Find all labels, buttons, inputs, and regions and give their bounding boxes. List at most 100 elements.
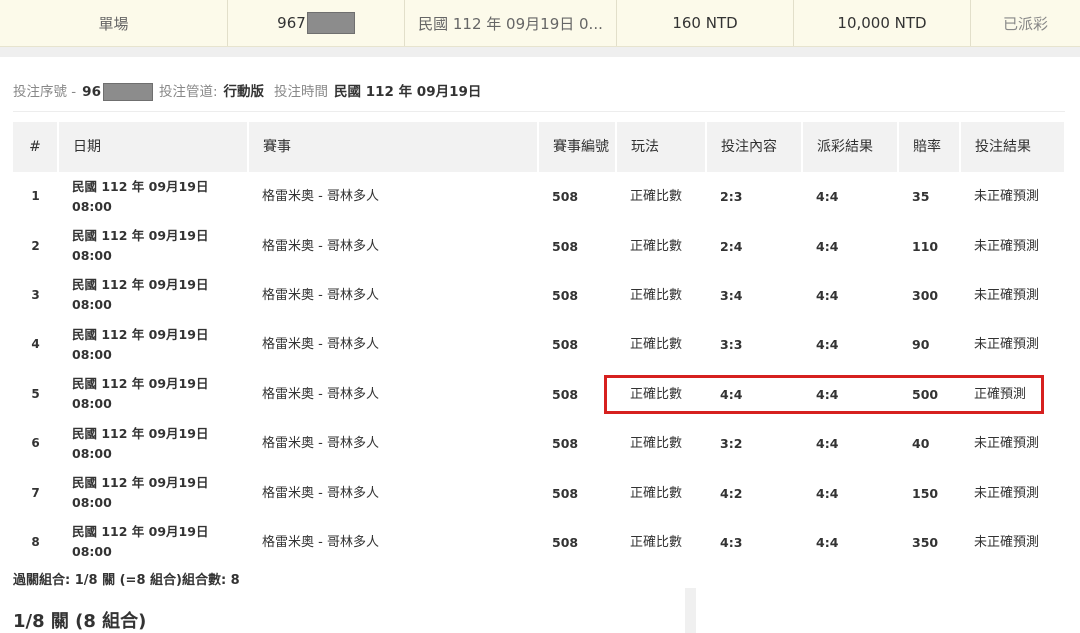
row-match: 格雷米奧 - 哥林多人: [262, 485, 379, 501]
row-date-time: 08:00: [72, 346, 112, 362]
row-date-day: 民國 112 年 09月19日: [72, 524, 209, 540]
row-odds: 150: [912, 485, 939, 501]
section-separator: [0, 47, 1080, 57]
row-result: 4:4: [816, 337, 839, 353]
row-date-time: 08:00: [72, 198, 112, 214]
table-row: 8 民國 112 年 09月19日 08:00 格雷米奧 - 哥林多人 508 正…: [13, 518, 1065, 567]
section-title: 1/8 關 (8 組合): [13, 611, 147, 632]
bets-table: # 日期 賽事 賽事編號 玩法 投注內容 派彩結果 賠率 投注結果 1 民國 1…: [13, 122, 1066, 567]
table-row: 2 民國 112 年 09月19日 08:00 格雷米奧 - 哥林多人 508 正…: [13, 221, 1065, 270]
bet-info-line: 投注序號 - 96 投注管道: 行動版 投注時間 民國 112 年 09月19日: [13, 80, 481, 101]
col-header-match-number: 賽事編號: [538, 122, 617, 172]
row-date-day: 民國 112 年 09月19日: [72, 178, 209, 194]
row-match: 格雷米奧 - 哥林多人: [262, 287, 379, 303]
row-date: 民國 112 年 09月19日 08:00: [58, 320, 248, 369]
row-match: 格雷米奧 - 哥林多人: [262, 337, 379, 353]
table-row-highlighted: 5 民國 112 年 09月19日 08:00 格雷米奧 - 哥林多人 508 正…: [13, 370, 1065, 419]
col-header-outcome: 投注結果: [960, 122, 1066, 172]
row-date-day: 民國 112 年 09月19日: [72, 376, 209, 392]
row-date: 民國 112 年 09月19日 08:00: [58, 468, 248, 517]
row-play: 正確比數: [630, 337, 683, 353]
row-index: 5: [31, 386, 40, 401]
row-odds: 110: [912, 238, 939, 254]
table-header-row: # 日期 賽事 賽事編號 玩法 投注內容 派彩結果 賠率 投注結果: [13, 122, 1066, 172]
row-date-time: 08:00: [72, 297, 112, 313]
summary-max-payout: 10,000 NTD: [794, 0, 971, 46]
row-match-number: 508: [552, 337, 579, 353]
row-pick: 2:3: [720, 189, 743, 205]
row-index: 4: [31, 337, 40, 352]
row-pick: 3:4: [720, 287, 743, 303]
row-index: 2: [31, 238, 40, 253]
row-result: 4:4: [816, 534, 839, 550]
row-match-number: 508: [552, 189, 579, 205]
summary-bet-number-prefix: 967: [277, 14, 306, 32]
row-match: 格雷米奧 - 哥林多人: [262, 436, 379, 452]
channel-label: 投注管道:: [158, 84, 218, 100]
row-outcome: 正確預測: [974, 386, 1027, 402]
row-outcome: 未正確預測: [974, 287, 1040, 303]
table-row: 6 民國 112 年 09月19日 08:00 格雷米奧 - 哥林多人 508 正…: [13, 419, 1065, 468]
row-date: 民國 112 年 09月19日 08:00: [58, 221, 248, 270]
row-outcome: 未正確預測: [974, 238, 1040, 254]
redacted-block: [306, 12, 355, 34]
row-play: 正確比數: [630, 436, 683, 452]
row-result: 4:4: [816, 287, 839, 303]
row-date: 民國 112 年 09月19日 08:00: [58, 370, 248, 419]
col-header-odds: 賠率: [898, 122, 961, 172]
col-header-match: 賽事: [248, 122, 539, 172]
summary-bet-time: 民國 112 年 09月19日 0...: [405, 0, 617, 46]
row-match: 格雷米奧 - 哥林多人: [262, 386, 379, 402]
row-play: 正確比數: [630, 386, 683, 402]
row-odds: 90: [912, 337, 930, 353]
row-outcome: 未正確預測: [974, 534, 1040, 550]
row-result: 4:4: [816, 238, 839, 254]
row-pick: 3:2: [720, 436, 743, 452]
column-divider: [685, 588, 696, 633]
row-odds: 350: [912, 534, 939, 550]
row-outcome: 未正確預測: [974, 436, 1040, 452]
row-date-time: 08:00: [72, 396, 112, 412]
row-play: 正確比數: [630, 534, 683, 550]
row-result: 4:4: [816, 436, 839, 452]
row-date-day: 民國 112 年 09月19日: [72, 277, 209, 293]
row-match-number: 508: [552, 534, 579, 550]
col-header-result: 派彩結果: [802, 122, 899, 172]
bet-summary-bar[interactable]: 單場 967 民國 112 年 09月19日 0... 160 NTD 10,0…: [0, 0, 1080, 47]
row-match: 格雷米奧 - 哥林多人: [262, 238, 379, 254]
summary-status: 已派彩: [1002, 14, 1048, 33]
summary-stake: 160 NTD: [617, 0, 794, 46]
row-pick: 4:4: [720, 386, 743, 402]
row-match-number: 508: [552, 436, 579, 452]
serial-prefix: 96: [82, 84, 101, 100]
row-match-number: 508: [552, 485, 579, 501]
row-match-number: 508: [552, 238, 579, 254]
row-play: 正確比數: [630, 485, 683, 501]
row-date-time: 08:00: [72, 445, 112, 461]
row-match-number: 508: [552, 287, 579, 303]
col-header-date: 日期: [58, 122, 249, 172]
row-date: 民國 112 年 09月19日 08:00: [58, 419, 248, 468]
row-index: 1: [31, 189, 40, 204]
row-pick: 3:3: [720, 337, 743, 353]
row-odds: 40: [912, 436, 930, 452]
row-match: 格雷米奧 - 哥林多人: [262, 534, 379, 550]
time-label: 投注時間: [274, 84, 329, 100]
row-pick: 4:2: [720, 485, 743, 501]
row-outcome: 未正確預測: [974, 189, 1040, 205]
row-play: 正確比數: [630, 238, 683, 254]
row-date: 民國 112 年 09月19日 08:00: [58, 271, 248, 320]
row-result: 4:4: [816, 386, 839, 402]
summary-bet-number: 967: [228, 0, 405, 46]
row-date-day: 民國 112 年 09月19日: [72, 425, 209, 441]
table-row: 4 民國 112 年 09月19日 08:00 格雷米奧 - 哥林多人 508 正…: [13, 320, 1065, 369]
divider: [13, 111, 1065, 112]
row-pick: 2:4: [720, 238, 743, 254]
row-odds: 500: [912, 386, 939, 402]
channel-value: 行動版: [223, 84, 265, 100]
row-result: 4:4: [816, 189, 839, 205]
col-header-pick: 投注內容: [706, 122, 803, 172]
row-pick: 4:3: [720, 534, 743, 550]
row-match-number: 508: [552, 386, 579, 402]
table-row: 1 民國 112 年 09月19日 08:00 格雷米奧 - 哥林多人 508 正…: [13, 172, 1065, 221]
